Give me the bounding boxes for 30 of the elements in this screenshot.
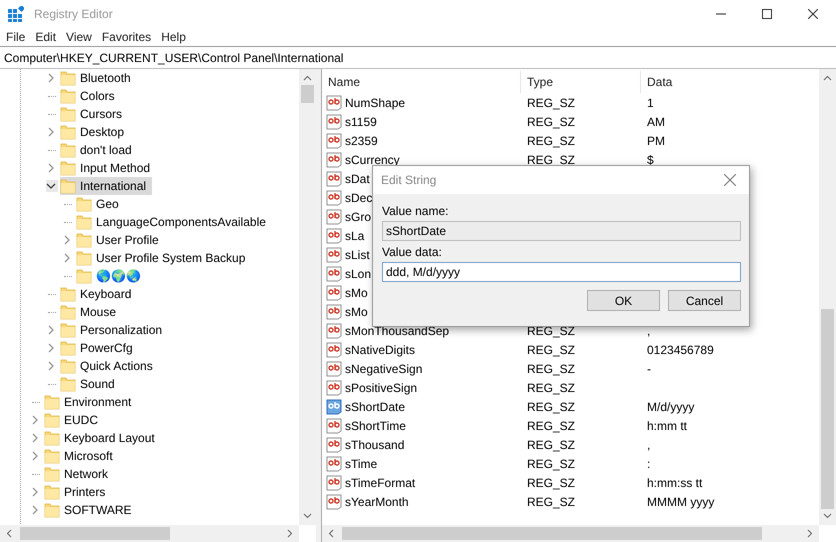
table-cell-text: AM xyxy=(646,114,665,128)
table-cell-text: h:mm tt xyxy=(646,418,688,432)
table-cell-text: REG_SZ xyxy=(526,418,576,432)
table-cell-text: M/d/yyyy xyxy=(646,400,694,414)
table-cell-text: REG_SZ xyxy=(526,324,576,338)
table-cell-text: 0123456789 xyxy=(646,342,714,356)
dialog-title: Edit String xyxy=(381,173,436,187)
table-cell-text: , xyxy=(646,324,650,338)
table-cell-text: , xyxy=(646,438,650,452)
table-cell-text: REG_SZ xyxy=(526,134,576,148)
table-cell-text: MMMM yyyy xyxy=(646,494,714,508)
field-label: Value data: xyxy=(382,245,443,259)
table-cell-text: REG_SZ xyxy=(526,114,576,128)
table-cell-text: REG_SZ xyxy=(526,438,576,452)
table-cell-text: : xyxy=(646,456,650,470)
field-label: Value name: xyxy=(382,204,450,218)
table-cell-text: REG_SZ xyxy=(526,380,576,394)
table-cell-text: REG_SZ xyxy=(526,96,576,110)
table-cell-text: - xyxy=(646,362,651,376)
table-cell-text: REG_SZ xyxy=(526,362,576,376)
table-cell-text: 1 xyxy=(646,96,654,110)
table-cell-text: REG_SZ xyxy=(526,476,576,490)
table-cell-text: PM xyxy=(646,134,665,148)
table-cell-text: h:mm:ss tt xyxy=(646,476,702,490)
table-cell-text: REG_SZ xyxy=(526,456,576,470)
table-cell-text: REG_SZ xyxy=(526,342,576,356)
table-cell-text: REG_SZ xyxy=(526,400,576,414)
window-title: Registry Editor xyxy=(34,7,113,21)
table-cell-text: REG_SZ xyxy=(526,494,576,508)
table-cell-text: $ xyxy=(646,152,654,166)
